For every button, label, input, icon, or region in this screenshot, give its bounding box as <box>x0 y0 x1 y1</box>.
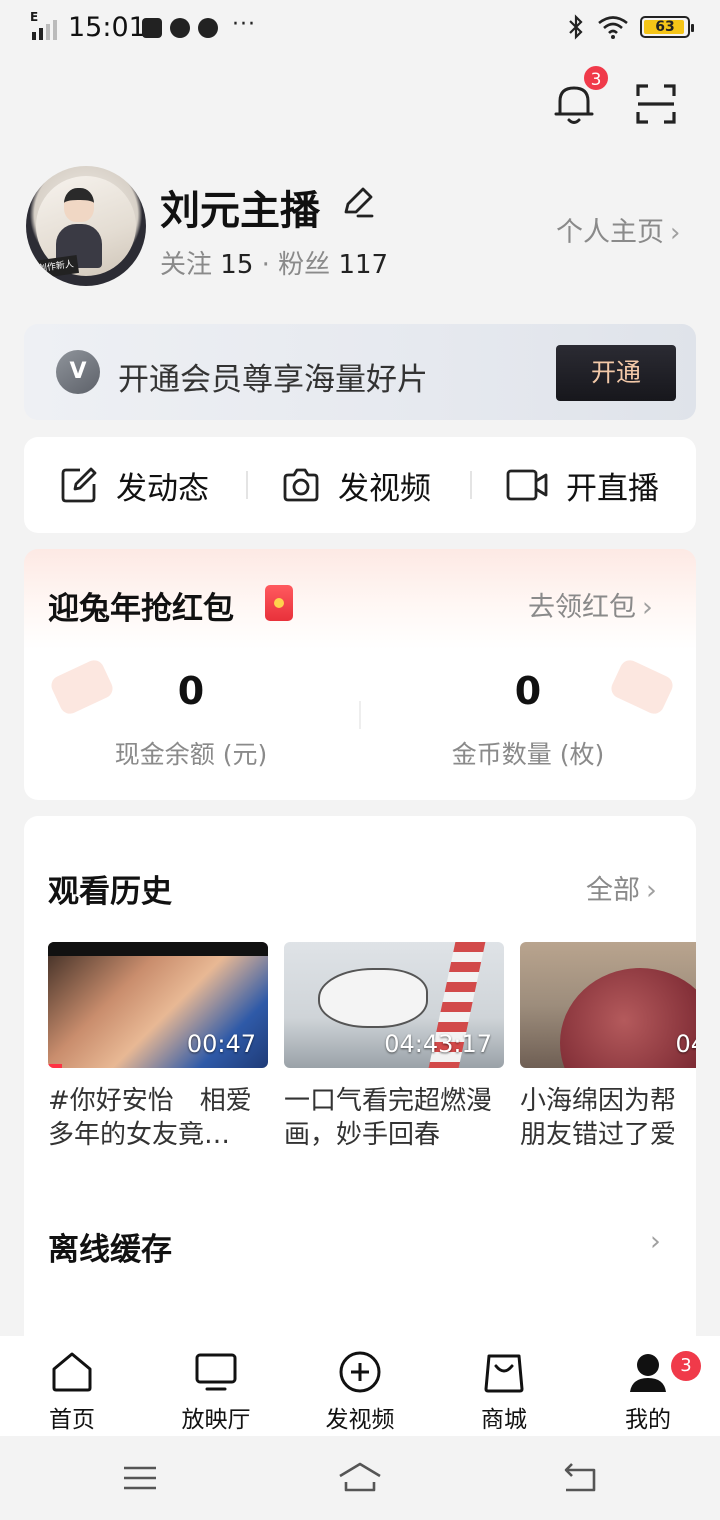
get-red-packet-label: 去领红包 <box>528 592 636 623</box>
edit-pencil-icon[interactable] <box>340 184 376 220</box>
history-caption[interactable]: 一口气看完超燃漫画，妙手回春 <box>284 1084 504 1152</box>
chevron-right-icon[interactable]: › <box>650 1226 661 1257</box>
bottom-nav: 首页 放映厅 发视频 商城 我的 <box>0 1336 720 1436</box>
chevron-right-icon: › <box>642 592 653 623</box>
menu-icon[interactable] <box>120 1458 160 1498</box>
follow-stats[interactable]: 关注 15 · 粉丝 117 <box>160 244 388 281</box>
nav-home[interactable]: 首页 <box>22 1350 122 1433</box>
chevron-right-icon: › <box>670 218 681 248</box>
plus-circle-icon <box>339 1351 381 1393</box>
post-video-button[interactable]: 发视频 <box>282 465 431 507</box>
message-app-icon <box>142 18 162 38</box>
follow-label: 关注 <box>160 250 213 280</box>
nav-home-label: 首页 <box>49 1407 95 1433</box>
chevron-right-icon: › <box>646 875 657 906</box>
watch-progress <box>48 1064 62 1068</box>
app-icon <box>170 18 190 38</box>
home-icon <box>52 1352 92 1392</box>
profile-name: 刘元主播 <box>160 188 320 234</box>
coin-count-value[interactable]: 0 <box>428 669 628 713</box>
cash-balance-label: 现金余额 (元) <box>114 740 268 769</box>
history-title: 观看历史 <box>48 874 172 910</box>
nav-mine-label: 我的 <box>625 1407 671 1433</box>
vip-badge-icon: V <box>56 350 100 394</box>
post-video-label: 发视频 <box>338 470 431 507</box>
go-live-button[interactable]: 开直播 <box>506 465 659 507</box>
history-thumbnail[interactable]: 04 <box>520 942 696 1068</box>
browser-app-icon <box>198 18 218 38</box>
red-packet-title: 迎兔年抢红包 <box>48 591 234 627</box>
video-duration: 04:43:17 <box>384 1030 492 1058</box>
edit-square-icon <box>61 467 97 503</box>
battery-icon: 63 <box>640 16 694 38</box>
bluetooth-icon <box>569 14 583 40</box>
homepage-link[interactable]: 个人主页 › <box>556 210 680 249</box>
history-caption[interactable]: #你好安怡 相爱多年的女友竟… <box>48 1084 268 1152</box>
watch-history-card: 观看历史 全部› 00:47 04:43:17 04 #你好安怡 相爱多年的女友… <box>24 816 696 1336</box>
video-duration: 04 <box>675 1030 696 1058</box>
status-bar: E 15:01 ··· 63 <box>0 0 720 56</box>
history-thumbnail[interactable]: 04:43:17 <box>284 942 504 1068</box>
avatar[interactable]: 创作新人 <box>26 166 146 286</box>
system-nav-bar <box>0 1436 720 1520</box>
red-envelope-icon <box>265 585 293 621</box>
history-thumbnail[interactable]: 00:47 <box>48 942 268 1068</box>
back-icon[interactable] <box>560 1458 600 1498</box>
quick-actions: 发动态 发视频 开直播 <box>24 437 696 533</box>
nav-post-video[interactable]: 发视频 <box>310 1350 410 1433</box>
post-status-label: 发动态 <box>116 470 209 507</box>
profile-icon <box>630 1354 666 1392</box>
notification-badge: 3 <box>582 64 610 92</box>
divider <box>470 471 472 499</box>
battery-level: 63 <box>655 19 675 35</box>
coin-count-label: 金币数量 (枚) <box>451 740 605 769</box>
post-status-button[interactable]: 发动态 <box>60 465 209 507</box>
vip-open-button[interactable]: 开通 <box>556 345 676 401</box>
vip-banner-text: 开通会员尊享海量好片 <box>118 362 428 398</box>
nav-mall[interactable]: 商城 <box>454 1350 554 1433</box>
camera-icon <box>283 468 319 502</box>
fans-count: 117 <box>338 250 389 280</box>
vip-banner[interactable]: V 开通会员尊享海量好片 开通 <box>24 324 696 420</box>
nav-cinema-label: 放映厅 <box>181 1407 251 1433</box>
offline-cache-title[interactable]: 离线缓存 <box>48 1224 172 1269</box>
status-time: 15:01 <box>68 12 146 43</box>
cash-balance-value[interactable]: 0 <box>91 669 291 713</box>
more-notifications-icon: ··· <box>232 12 256 37</box>
tv-icon <box>195 1353 237 1391</box>
video-duration: 00:47 <box>186 1030 256 1058</box>
scan-icon[interactable] <box>636 84 676 124</box>
red-packet-card: 迎兔年抢红包 去领红包 › 0 现金余额 (元) 0 金币数量 (枚) <box>24 549 696 800</box>
signal-icon <box>32 20 57 40</box>
follow-count: 15 <box>220 250 254 280</box>
fans-label: 粉丝 <box>278 250 331 280</box>
history-all-label: 全部 <box>586 875 640 906</box>
mine-badge: 3 <box>671 1351 701 1381</box>
history-caption[interactable]: 小海绵因为帮朋友错过了爱 <box>520 1084 696 1152</box>
home-gesture-icon[interactable] <box>336 1458 384 1498</box>
go-live-label: 开直播 <box>566 470 659 507</box>
history-all-link[interactable]: 全部 › <box>586 868 657 907</box>
nav-cinema[interactable]: 放映厅 <box>166 1350 266 1433</box>
wifi-icon <box>598 16 628 39</box>
divider <box>246 471 248 499</box>
homepage-link-label: 个人主页 <box>556 217 664 248</box>
video-camera-icon <box>506 469 548 501</box>
divider <box>359 701 361 729</box>
shopping-bag-icon <box>484 1354 524 1393</box>
get-red-packet-link[interactable]: 去领红包 › <box>528 585 653 624</box>
stats-separator: · <box>261 250 270 280</box>
avatar-tag: 创作新人 <box>32 255 80 279</box>
nav-post-video-label: 发视频 <box>325 1407 395 1433</box>
nav-mall-label: 商城 <box>481 1407 527 1433</box>
